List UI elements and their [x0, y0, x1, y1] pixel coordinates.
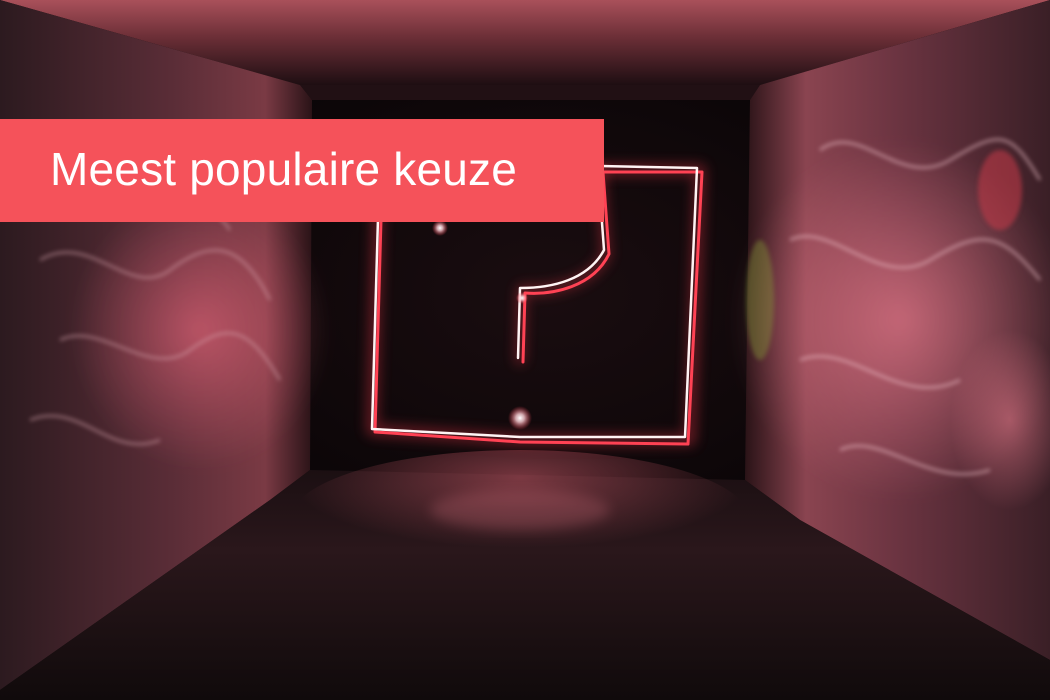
light-spark [516, 292, 528, 304]
hero-image: Meest populaire keuze [0, 0, 1050, 700]
popular-choice-banner: Meest populaire keuze [0, 119, 604, 222]
light-spark [508, 406, 532, 430]
banner-label: Meest populaire keuze [50, 142, 518, 195]
tunnel-photo [0, 0, 1050, 700]
light-spark [432, 220, 448, 236]
